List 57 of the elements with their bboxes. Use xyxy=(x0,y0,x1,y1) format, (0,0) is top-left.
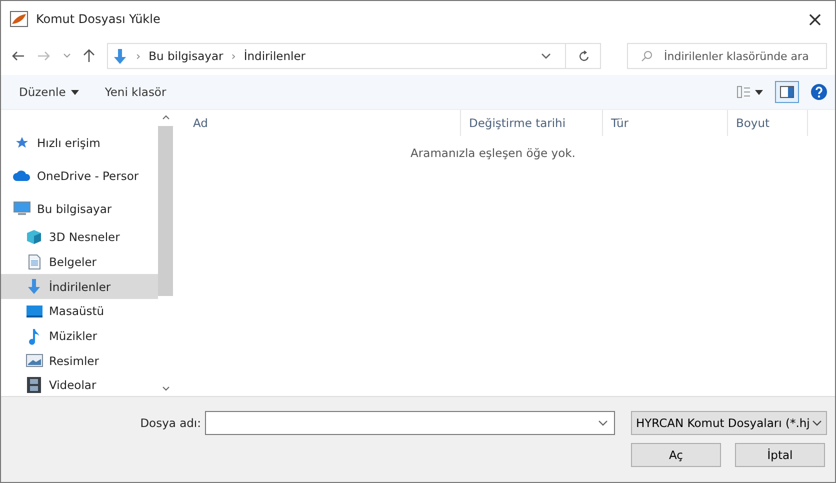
image-icon xyxy=(26,354,42,368)
caret-down-icon xyxy=(70,90,79,94)
breadcrumb-separator: › xyxy=(136,49,141,63)
desktop-icon xyxy=(26,304,42,318)
nav-item[interactable]: OneDrive - Persor xyxy=(1,159,158,192)
preview-pane-button[interactable] xyxy=(775,81,799,103)
app-icon xyxy=(10,11,28,27)
address-bar[interactable]: › Bu bilgisayar › İndirilenler xyxy=(107,43,601,69)
nav-item[interactable]: Masaüstü xyxy=(1,299,158,324)
new-folder-button[interactable]: Yeni klasör xyxy=(94,81,176,103)
nav-item[interactable]: Videolar xyxy=(1,373,158,396)
column-header[interactable]: Değiştirme tarihi xyxy=(461,110,603,136)
cloud-icon xyxy=(13,170,31,181)
music-note-icon xyxy=(28,328,40,345)
nav-item[interactable]: Belgeler xyxy=(1,250,158,274)
up-arrow-icon[interactable] xyxy=(83,49,95,63)
nav-item[interactable]: Bu bilgisayar xyxy=(1,192,158,225)
chevron-down-icon[interactable] xyxy=(63,53,71,59)
download-icon xyxy=(112,48,128,64)
cancel-button[interactable]: İptal xyxy=(735,443,825,467)
preview-pane-icon xyxy=(780,86,794,98)
field-label: Dosya adı: xyxy=(139,416,201,430)
monitor-icon xyxy=(13,201,31,216)
nav-item[interactable]: Hızlı erişim xyxy=(1,126,158,159)
chevron-down-icon[interactable] xyxy=(598,420,608,426)
refresh-icon[interactable] xyxy=(578,50,590,62)
open-button[interactable]: Aç xyxy=(631,443,721,467)
breadcrumb-separator: › xyxy=(231,49,236,63)
empty-message: Aramanızla eşleşen öğe yok. xyxy=(410,146,576,160)
cube-icon xyxy=(26,229,42,246)
nav-item[interactable]: Resimler xyxy=(1,348,158,374)
column-header[interactable]: Boyut xyxy=(728,110,808,136)
chevron-down-icon xyxy=(812,420,822,426)
film-icon xyxy=(27,377,41,394)
filename-field[interactable] xyxy=(205,411,615,435)
nav-item[interactable]: 3D Nesneler xyxy=(1,225,158,250)
search-field[interactable]: İndirilenler klasöründe ara xyxy=(627,43,827,69)
chevron-down-icon[interactable] xyxy=(541,52,551,60)
star-icon xyxy=(15,136,29,150)
column-header[interactable]: Tür xyxy=(603,110,728,136)
nav-item[interactable]: İndirilenler xyxy=(1,274,158,300)
download-icon xyxy=(26,278,42,296)
document-icon xyxy=(28,254,40,270)
breadcrumb-item[interactable]: İndirilenler xyxy=(244,49,306,63)
organize-menu-button[interactable]: Düzenle xyxy=(9,81,89,103)
breadcrumb-item[interactable]: Bu bilgisayar xyxy=(148,49,224,63)
file-type-dropdown[interactable]: HYRCAN Komut Dosyaları (*.hj xyxy=(631,411,827,435)
window-title: Komut Dosyası Yükle xyxy=(36,12,160,26)
scroll-down-icon[interactable] xyxy=(162,386,170,392)
view-options-icon[interactable] xyxy=(737,86,763,98)
column-header[interactable]: Ad xyxy=(173,110,461,136)
nav-item[interactable]: Müzikler xyxy=(1,324,158,348)
help-icon[interactable] xyxy=(811,84,827,100)
close-button[interactable]: × xyxy=(795,1,835,37)
scroll-up-icon[interactable] xyxy=(162,114,170,120)
search-icon xyxy=(641,50,653,62)
back-arrow-icon[interactable] xyxy=(11,51,25,61)
